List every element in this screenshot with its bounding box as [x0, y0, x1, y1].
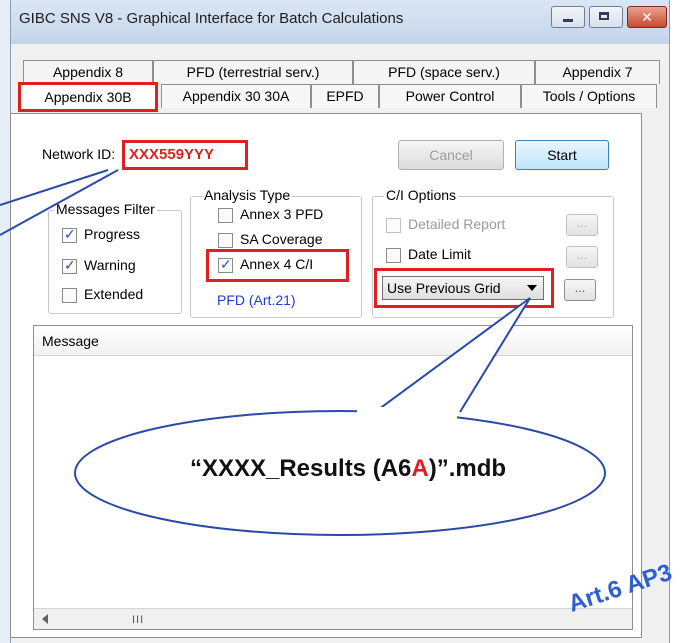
annotation-overlay [0, 169, 606, 536]
callout-tail [355, 297, 531, 427]
network-id-pointer-line-2 [0, 169, 119, 236]
callout-suffix: )”.mdb [428, 455, 507, 482]
network-id-pointer-line [0, 169, 109, 206]
callout-text: “XXXX_Results (A6A)”.mdb [138, 455, 558, 483]
callout-highlight: A [411, 455, 429, 482]
callout-joint-mask [357, 407, 457, 421]
callout-prefix: “XXXX_Results (A6 [189, 455, 412, 482]
